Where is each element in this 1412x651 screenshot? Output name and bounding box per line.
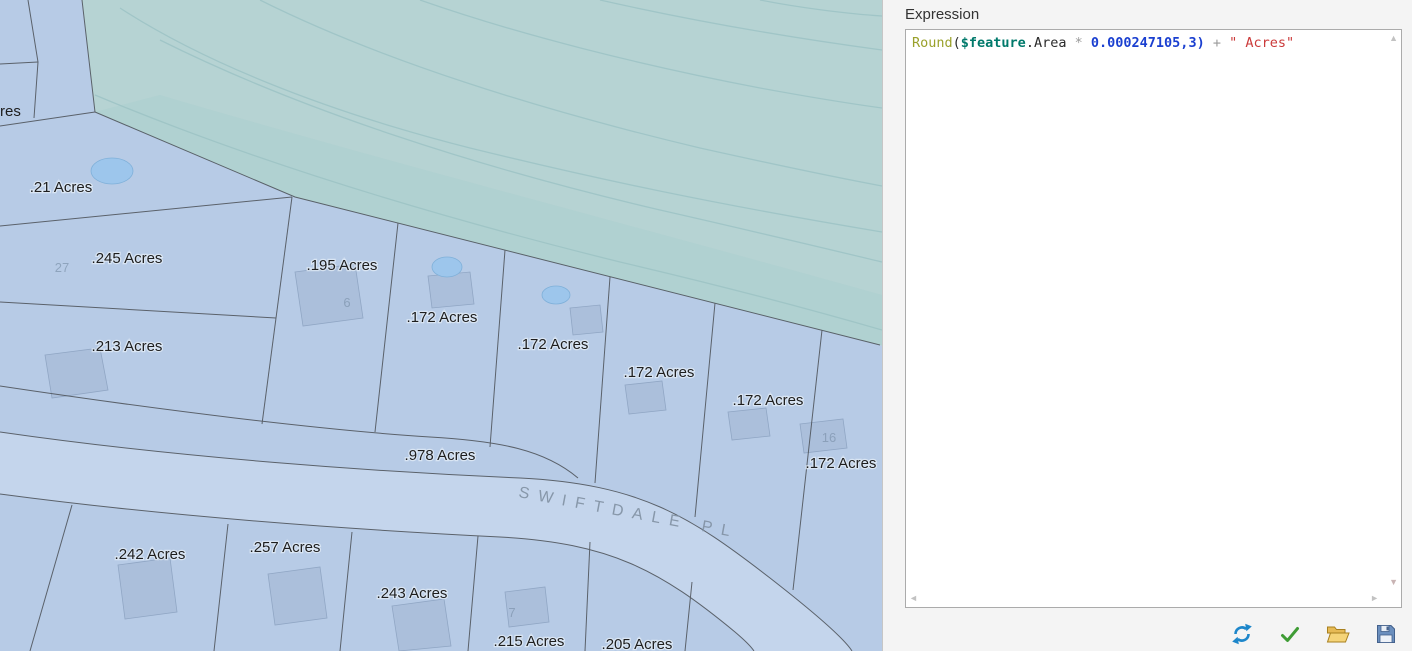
parcel-acreage-label: .213 Acres — [92, 338, 163, 355]
code-token: " Acres" — [1229, 35, 1295, 51]
code-token: 3 — [1188, 35, 1197, 51]
scroll-down-arrow[interactable]: ▼ — [1389, 578, 1398, 587]
code-token: ) — [1196, 35, 1205, 51]
expression-editor[interactable]: Round($feature.Area * 0.000247105,3) + "… — [905, 29, 1402, 608]
parcel-acreage-label: .243 Acres — [377, 585, 448, 602]
refresh-button[interactable] — [1230, 622, 1254, 646]
parcel-acreage-label: .205 Acres — [602, 636, 673, 651]
lot-number-label: 7 — [508, 605, 515, 620]
code-token: 0.000247105 — [1090, 35, 1181, 51]
scroll-left-arrow[interactable]: ◄ — [909, 594, 918, 603]
parcel-acreage-label: .242 Acres — [115, 546, 186, 563]
clipped-acreage-label: res — [0, 103, 21, 120]
app-window: 27 6 7 16 SWIFTDALE PL res .21 Acres .245 Ac… — [0, 0, 1412, 651]
map-canvas: 276716 SWIFTDALE PL res .21 Acres.245 Ac… — [0, 0, 882, 651]
lot-number-label: 16 — [822, 430, 836, 445]
scroll-right-arrow[interactable]: ► — [1370, 594, 1379, 603]
expression-panel: Expression Round($feature.Area * 0.00024… — [883, 0, 1412, 651]
parcel-acreage-label: .257 Acres — [250, 539, 321, 556]
parcel-acreage-label: .245 Acres — [92, 250, 163, 267]
save-icon — [1377, 625, 1395, 643]
parcel-acreage-label: .172 Acres — [733, 392, 804, 409]
lot-number-label: 6 — [343, 295, 350, 310]
parcel-acreage-label: .21 Acres — [30, 179, 93, 196]
open-folder-icon — [1326, 626, 1350, 643]
parcel-acreage-label: .195 Acres — [307, 257, 378, 274]
validate-button[interactable] — [1278, 622, 1302, 646]
code-token: $feature — [960, 35, 1026, 51]
code-token: * — [1074, 35, 1083, 51]
parcel-acreage-label: .172 Acres — [806, 455, 877, 472]
scroll-up-arrow[interactable]: ▲ — [1389, 34, 1398, 43]
code-token: Area — [1033, 35, 1067, 51]
editor-toolbar — [1230, 622, 1398, 646]
parcel-acreage-label: .215 Acres — [494, 633, 565, 650]
code-token: ( — [952, 35, 961, 51]
code-token: Round — [912, 35, 953, 51]
map-view[interactable]: 27 6 7 16 SWIFTDALE PL res .21 Acres .245 Ac… — [0, 0, 882, 651]
parcel-acreage-label: .172 Acres — [624, 364, 695, 381]
code-line: Round($feature.Area * 0.000247105,3) + "… — [906, 30, 1401, 56]
lot-number-label: 27 — [55, 260, 69, 275]
panel-title: Expression — [905, 6, 980, 23]
save-button[interactable] — [1374, 622, 1398, 646]
open-button[interactable] — [1326, 622, 1350, 646]
code-token: + — [1212, 35, 1221, 51]
parcel-acreage-label: .978 Acres — [405, 447, 476, 464]
parcel-acreage-label: .172 Acres — [518, 336, 589, 353]
parcel-acreage-label: .172 Acres — [407, 309, 478, 326]
refresh-icon — [1232, 623, 1252, 645]
code-token: . — [1025, 35, 1034, 51]
checkmark-icon — [1281, 627, 1299, 642]
